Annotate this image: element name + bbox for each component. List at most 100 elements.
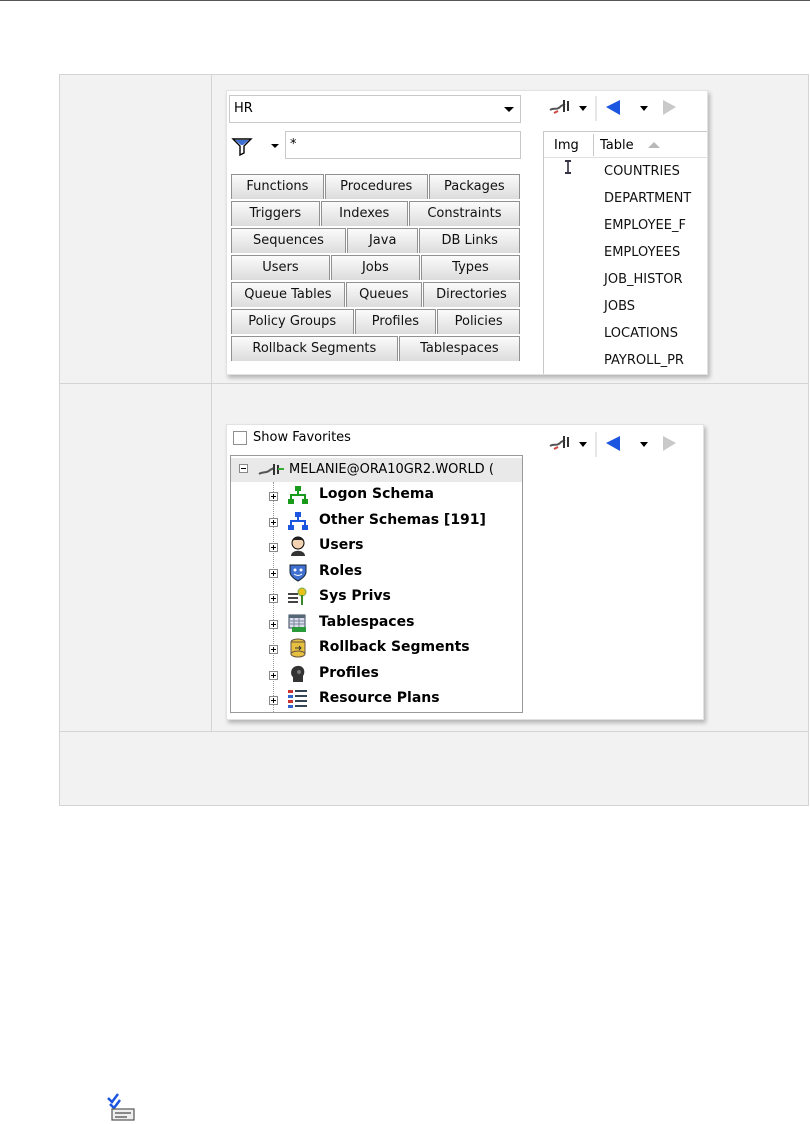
tree-node-label: Resource Plans [319,690,440,706]
forward-arrow-icon[interactable] [663,100,676,115]
tree-node-logon-schema[interactable]: Logon Schema [231,483,522,508]
tab-types[interactable]: Types [420,255,520,280]
table-row[interactable]: JOB_HISTOR [604,272,691,299]
tab-users[interactable]: Users [231,255,330,280]
tablespace-icon [288,613,308,633]
schema-select-value: HR [234,101,253,116]
tree-node-tablespaces[interactable]: Tablespaces [231,611,522,636]
table-row[interactable]: COUNTRIES [604,164,691,191]
tab-row: Rollback Segments Tablespaces [231,335,521,362]
column-header-img[interactable]: Img [554,138,579,153]
expand-icon[interactable] [269,517,278,527]
navigation-toolbar [549,96,676,121]
expand-icon[interactable] [269,594,278,603]
tab-queues[interactable]: Queues [345,282,422,307]
table-list-header: Img Table [544,132,707,158]
tree-node-label: Users [319,537,364,553]
connection-icon[interactable] [549,436,569,450]
show-favorites-checkbox[interactable] [233,431,247,445]
tree-root-node[interactable]: MELANIE@ORA10GR2.WORLD ( [231,458,522,482]
table-row-icon [565,160,571,174]
expand-icon[interactable] [269,543,278,552]
tree-node-label: Rollback Segments [319,639,470,655]
checklist-icon[interactable] [106,1092,136,1122]
table-row[interactable]: JOBS [604,299,691,326]
tree-node-users[interactable]: Users [231,534,522,559]
connection-icon [258,464,284,475]
tab-policies[interactable]: Policies [437,309,521,334]
expand-icon[interactable] [269,568,278,578]
tab-row: Users Jobs Types [231,254,521,281]
column-header-table[interactable]: Table [600,138,634,153]
tab-packages[interactable]: Packages [428,174,520,199]
filter-icon[interactable] [229,135,257,157]
tree-node-label: Logon Schema [319,486,434,502]
tree-node-sys-privs[interactable]: Sys Privs [231,585,522,610]
show-favorites-label: Show Favorites [253,430,351,445]
forward-arrow-icon[interactable] [663,436,676,451]
back-arrow-icon[interactable] [606,436,620,451]
tree-node-rollback-segments[interactable]: Rollback Segments [231,636,522,661]
tab-constraints[interactable]: Constraints [408,201,521,226]
tab-sequences[interactable]: Sequences [231,228,346,253]
expand-icon[interactable] [269,645,278,654]
filter-input[interactable]: * [285,131,521,159]
rollback-icon [288,638,308,658]
tab-directories[interactable]: Directories [422,282,521,307]
tab-policy-groups[interactable]: Policy Groups [231,309,354,334]
expand-icon[interactable] [269,696,278,705]
expand-icon[interactable] [269,670,278,680]
tree-node-profiles[interactable]: Profiles [231,662,522,687]
table-row[interactable]: PAYROLL_PR [604,353,691,374]
table-rows: COUNTRIES DEPARTMENT EMPLOYEE_F EMPLOYEES JO… [604,164,691,374]
table-list: Img Table COUNTRIES DEPARTMENT EMPLOYEE_F E… [543,131,707,374]
filter-dropdown-icon[interactable] [271,144,279,148]
filter-input-value: * [290,137,297,152]
expand-icon[interactable] [269,619,278,629]
object-tree-screenshot: Show Favorites MELANIE@ORA10GR2.WORLD ( … [226,424,704,720]
table-row[interactable]: LOCATIONS [604,326,691,353]
tab-rollback-segments[interactable]: Rollback Segments [231,336,398,361]
tree-node-label: Profiles [319,664,379,681]
connection-dropdown-icon[interactable] [579,106,587,111]
schema-select[interactable]: HR [229,95,521,123]
object-type-tabs: Functions Procedures Packages Triggers Index… [231,173,521,362]
tab-procedures[interactable]: Procedures [324,174,428,199]
object-tree: MELANIE@ORA10GR2.WORLD ( Logon Schema Oth… [230,455,523,713]
connection-dropdown-icon[interactable] [579,442,587,447]
tree-node-resource-plans[interactable]: Resource Plans [231,687,522,712]
back-dropdown-icon[interactable] [640,442,648,447]
tree-node-label: Sys Privs [319,588,391,604]
table-row[interactable]: EMPLOYEE_F [604,218,691,245]
tab-functions[interactable]: Functions [231,174,324,199]
tree-node-roles[interactable]: Roles [231,560,522,585]
tab-jobs[interactable]: Jobs [330,255,420,280]
tab-row: Queue Tables Queues Directories [231,281,521,308]
tab-row: Sequences Java DB Links [231,227,521,254]
connection-icon[interactable] [549,100,569,114]
tab-db-links[interactable]: DB Links [419,228,520,253]
tab-row: Functions Procedures Packages [231,173,521,200]
expand-icon[interactable] [269,492,278,501]
tab-queue-tables[interactable]: Queue Tables [231,282,345,307]
tree-node-label: Roles [319,562,363,579]
schema-icon [288,511,308,531]
tab-java[interactable]: Java [346,228,419,253]
back-dropdown-icon[interactable] [640,106,648,111]
schema-icon [288,485,308,505]
table-row[interactable]: EMPLOYEES [604,245,691,272]
tab-row: Policy Groups Profiles Policies [231,308,521,335]
profile-icon [288,664,308,684]
back-arrow-icon[interactable] [606,100,620,115]
tab-indexes[interactable]: Indexes [320,201,408,226]
tab-tablespaces[interactable]: Tablespaces [398,336,520,361]
row-divider [60,731,808,732]
key-icon [288,587,308,607]
tree-node-other-schemas-191[interactable]: Other Schemas [191] [231,509,522,534]
tab-profiles[interactable]: Profiles [354,309,437,334]
tab-row: Triggers Indexes Constraints [231,200,521,227]
table-row[interactable]: DEPARTMENT [604,191,691,218]
tab-triggers[interactable]: Triggers [231,201,320,226]
top-rule [0,0,810,1]
collapse-icon[interactable] [239,464,248,473]
